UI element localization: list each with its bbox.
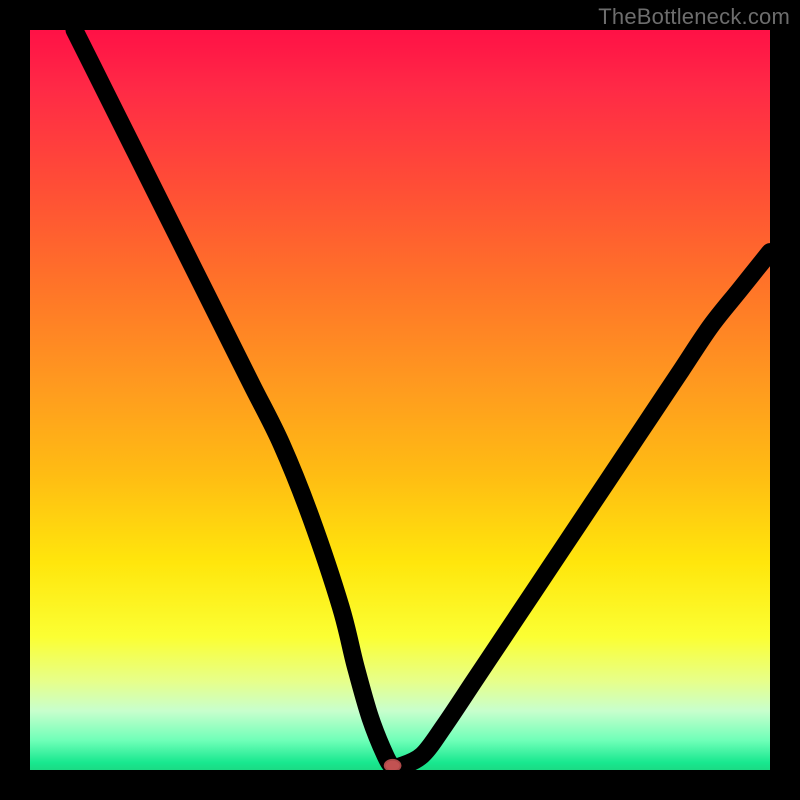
plot-area	[30, 30, 770, 770]
chart-frame: TheBottleneck.com	[0, 0, 800, 800]
watermark-text: TheBottleneck.com	[598, 4, 790, 30]
bottleneck-plot	[30, 30, 770, 770]
bottleneck-curve	[74, 30, 770, 768]
optimum-marker	[384, 759, 402, 770]
